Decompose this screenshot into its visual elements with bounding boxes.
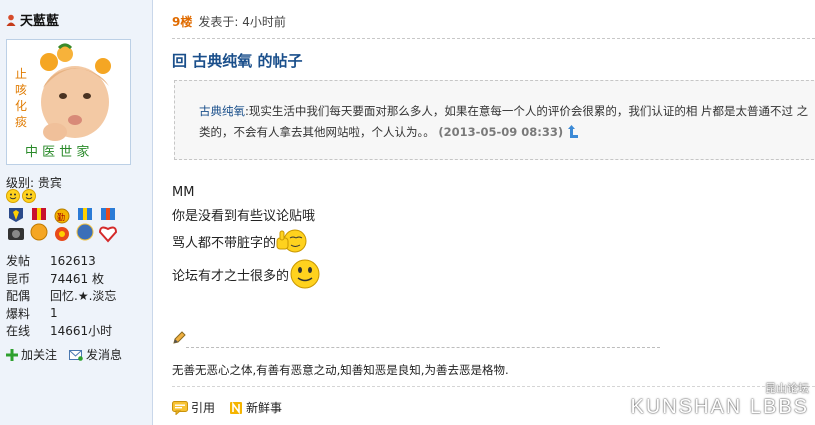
forum-watermark: 昆山论坛 KUNSHAN LBBS [631,380,810,419]
watermark-en: KUNSHAN LBBS [630,396,809,418]
follow-button[interactable]: 加关注 [6,346,57,363]
post-line-text: 你是没看到有些议论贴哦 [172,208,316,224]
stat-value: 14661小时 [50,324,113,339]
avatar-image: 止 咳 化 痰 中 医 世 家 [7,40,130,164]
post-body: MM 你是没看到有些议论贴哦 骂人都不带脏字的 论坛有才之士很多的 [172,185,321,292]
svg-text:痰: 痰 [15,114,27,129]
post-line: 骂人都不带脏字的 [172,226,321,256]
quote-button[interactable]: 引用 [172,399,215,416]
level-value: 贵宾 [37,176,62,190]
send-message-button[interactable]: 发消息 [69,346,122,363]
smiley-icon [6,189,20,203]
svg-text:止: 止 [15,67,27,81]
thumbs-up-emoji-icon [276,229,307,253]
username-text[interactable]: 天藍藍 [20,10,59,29]
quote-text-wrap: 古典纯氧:现实生活中我们每天要面对那么多人，如果在意每一个人的评价会很累的，我们… [199,101,815,143]
post-meta: 9楼 发表于: 4小时前 [172,13,286,30]
post-line-text: 论坛有才之士很多的 [172,268,290,284]
quote-date: (2013-05-09 08:33) [438,125,564,139]
stat-value: 1 [50,306,58,321]
stat-row: 发帖 162613 [6,252,116,270]
mail-icon [69,349,83,361]
user-actions: 加关注 发消息 [6,346,122,363]
medals: 勤 [6,208,118,244]
stat-key: 配偶 [6,289,31,304]
watermark-cn: 昆山论坛 [765,383,809,395]
send-message-label[interactable]: 发消息 [86,346,122,363]
jump-to-post-icon[interactable] [567,125,581,139]
floor-number[interactable]: 9楼 [172,13,192,30]
stat-key: 昆币 [6,271,31,286]
smiley-icon [22,189,36,203]
post-title: 回 古典纯氧 的帖子 [172,52,303,70]
stat-row: 爆料 1 [6,305,116,323]
medal-blue-icon[interactable] [75,208,95,244]
user-stats: 发帖 162613 昆币 74461 枚 配偶 回忆.★.淡忘 爆料 1 在线 … [6,252,116,340]
signature-divider [186,347,660,348]
level-smilies [6,189,36,203]
svg-text:中 医 世 家: 中 医 世 家 [25,144,89,160]
post: 9楼 发表于: 4小时前 回 古典纯氧 的帖子 古典纯氧:现实生活中我们每天要面… [172,0,815,425]
user-icon [6,14,16,26]
svg-text:化: 化 [15,99,27,113]
quote-bubble-icon [172,400,188,415]
stat-key: 在线 [6,324,31,339]
pencil-icon [173,331,186,344]
stat-value: 74461 枚 [50,271,104,286]
quote-author[interactable]: 古典纯氧 [199,104,245,118]
level-label: 级别: [6,176,35,190]
post-line: 论坛有才之士很多的 [172,256,321,292]
news-icon [230,401,243,414]
medal-heart-icon[interactable] [98,208,118,244]
medal-camera-icon[interactable] [6,208,26,244]
medal-diligent-icon[interactable]: 勤 [52,208,72,244]
follow-label[interactable]: 加关注 [21,346,57,363]
stat-row: 昆币 74461 枚 [6,270,116,288]
signature: 无善无恶心之体,有善有恶意之动,知善知恶是良知,为善去恶是格物. [172,363,509,377]
quote-label[interactable]: 引用 [191,399,215,416]
username[interactable]: 天藍藍 [6,10,59,29]
post-line-text: 骂人都不带脏字的 [172,235,277,251]
stat-value[interactable]: 回忆.★.淡忘 [50,287,116,304]
user-panel: 天藍藍 止 咳 化 痰 中 医 世 家 级别: 贵宾 勤 发帖 162613 昆… [0,0,153,425]
stat-row: 在线 14661小时 [6,322,116,340]
avatar[interactable]: 止 咳 化 痰 中 医 世 家 [6,39,131,165]
divider [172,38,815,39]
stat-row: 配偶 回忆.★.淡忘 [6,287,116,305]
post-line: 你是没看到有些议论贴哦 [172,202,321,226]
stat-key: 发帖 [6,254,31,269]
post-line: MM [172,185,195,200]
quote-block: 古典纯氧:现实生活中我们每天要面对那么多人，如果在意每一个人的评价会很累的，我们… [174,80,815,160]
svg-text:咳: 咳 [15,83,27,97]
medal-gold-icon[interactable] [29,208,49,244]
stat-key: 爆料 [6,306,31,321]
stat-value: 162613 [50,253,96,268]
svg-text:勤: 勤 [57,212,65,222]
plus-icon [6,348,18,361]
news-button[interactable]: 新鲜事 [229,399,282,416]
post-actions: 引用 新鲜事 [172,399,282,416]
smile-emoji-icon [290,259,320,289]
news-label[interactable]: 新鲜事 [246,399,282,416]
post-time: 发表于: 4小时前 [198,15,286,29]
